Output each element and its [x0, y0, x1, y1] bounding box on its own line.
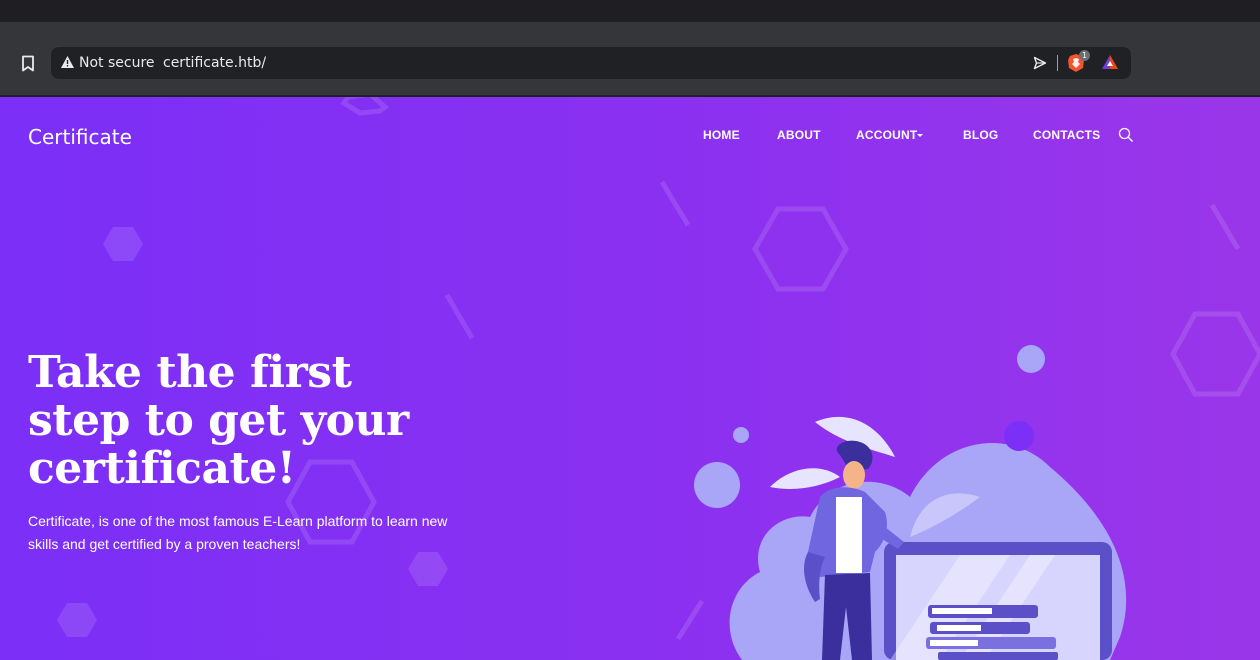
nav-account-label: ACCOUNT [856, 128, 918, 142]
nav-account[interactable]: ACCOUNT [856, 128, 917, 142]
hero-title: Take the first step to get your certific… [28, 347, 409, 494]
brave-rewards-icon[interactable] [1101, 54, 1119, 75]
browser-title-strip [0, 0, 1260, 22]
address-bar[interactable]: Not secure certificate.htb/ 1 [51, 47, 1131, 79]
nav-contacts[interactable]: CONTACTS [1033, 128, 1100, 142]
hero-illustration [694, 345, 1127, 660]
site-brand-logo[interactable]: Certificate [28, 125, 132, 149]
nav-blog[interactable]: BLOG [963, 128, 998, 142]
url-text[interactable]: certificate.htb/ [163, 55, 266, 71]
warning-icon[interactable] [60, 55, 75, 74]
hero-section: Certificate HOME ABOUT ACCOUNT BLOG CONT… [0, 97, 1260, 660]
search-icon[interactable] [1118, 127, 1134, 148]
send-icon[interactable] [1033, 56, 1047, 75]
toolbar-separator [1057, 55, 1058, 71]
bookmark-icon[interactable] [17, 51, 39, 75]
hero-subtitle: Certificate, is one of the most famous E… [28, 513, 448, 552]
browser-toolbar: Not secure certificate.htb/ 1 [0, 22, 1260, 96]
security-status-label[interactable]: Not secure [79, 55, 155, 71]
chevron-down-icon[interactable] [917, 134, 923, 137]
shield-count-badge: 1 [1079, 50, 1090, 61]
nav-home[interactable]: HOME [703, 128, 740, 142]
nav-about[interactable]: ABOUT [777, 128, 821, 142]
